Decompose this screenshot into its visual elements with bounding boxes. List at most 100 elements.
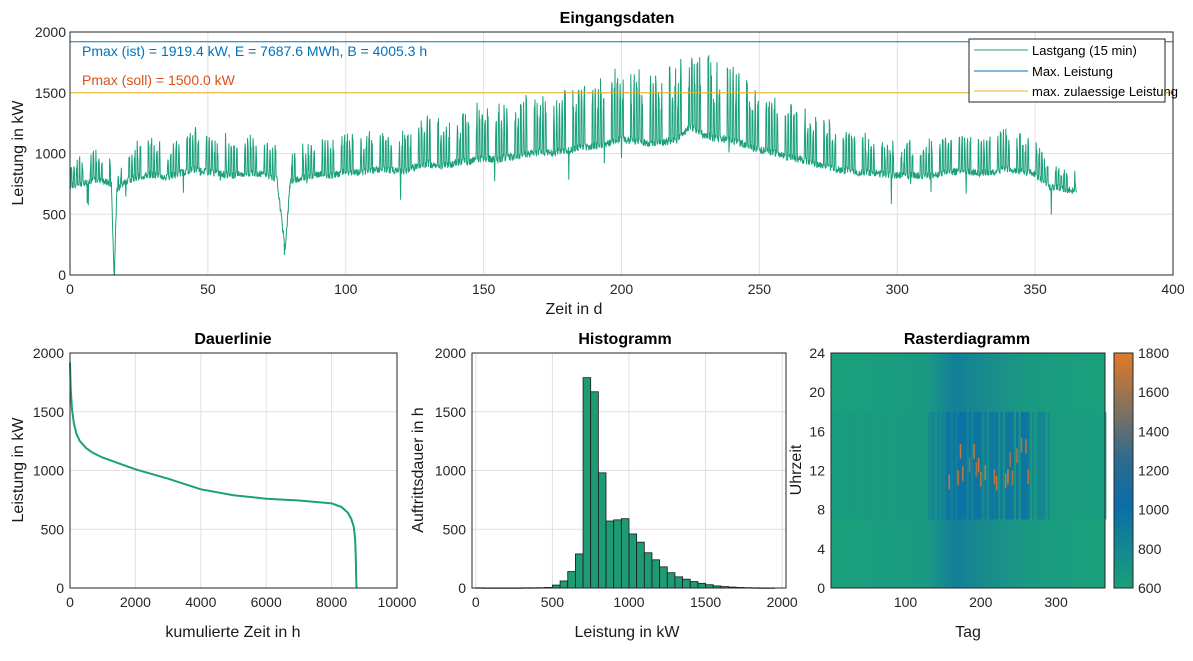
heatmap-cell — [885, 411, 888, 520]
heatmap-cell — [989, 411, 992, 520]
histogram-bar — [659, 566, 668, 589]
heatmap-cell — [867, 411, 870, 520]
histogram-bar — [620, 518, 630, 589]
heatmap-cell — [835, 411, 838, 520]
heatmap-cell — [905, 411, 908, 520]
histogram-bar — [628, 533, 638, 589]
heatmap-cell — [984, 465, 987, 480]
heatmap-cell — [1059, 411, 1062, 520]
heatmap-cell — [873, 411, 877, 520]
heatmap-cell — [973, 443, 975, 459]
heatmap-cell — [1016, 411, 1019, 520]
heatmap-cell — [851, 411, 854, 520]
heatmap-cell — [961, 411, 965, 520]
heatmap-cell — [1031, 411, 1035, 520]
y-tick-label: 0 — [817, 580, 825, 596]
x-tick-label: 350 — [1023, 281, 1047, 297]
heatmap-cell — [1070, 411, 1073, 520]
y-tick-label: 2000 — [33, 345, 64, 361]
histogramm-plot: Histogramm 0 500 1000 1500 2000 0 500 1000 1500 2… — [410, 331, 798, 641]
heatmap-cell — [980, 411, 983, 520]
y-tick-label: 24 — [809, 345, 825, 361]
x-tick-label: 8000 — [316, 594, 347, 610]
heatmap-cell — [1025, 439, 1027, 454]
y-tick-label: 1500 — [35, 85, 66, 101]
colorbar-tick-label: 800 — [1138, 541, 1162, 557]
heatmap-cell — [916, 411, 920, 520]
heatmap-cell — [957, 470, 960, 486]
heatmap-cell — [1022, 411, 1026, 520]
heatmap-cell — [1036, 411, 1039, 520]
x-tick-label: 500 — [541, 594, 565, 610]
heatmap-cell — [1095, 411, 1098, 520]
grid — [69, 352, 398, 589]
y-axis-label: Uhrzeit — [788, 444, 805, 495]
heatmap-cell — [941, 411, 944, 520]
x-tick-label: 200 — [610, 281, 634, 297]
heatmap-cell — [995, 411, 999, 520]
y-tick-label: 2000 — [435, 345, 466, 361]
rasterdiagramm-plot: Rasterdiagramm 100 200 30004812162024 Tag … — [788, 331, 1169, 641]
heatmap-cell — [1068, 411, 1071, 520]
heatmap-cell — [1090, 411, 1093, 520]
heatmap-cell — [1020, 411, 1023, 520]
y-tick-label: 20 — [809, 384, 825, 400]
heatmap-cell — [964, 411, 967, 520]
legend-label-zulaessige-leistung: max. zulaessige Leistung — [1032, 84, 1178, 99]
heatmap-cell — [1038, 411, 1042, 520]
dauerlinie-series-line — [69, 362, 358, 589]
histogram-bar — [574, 553, 584, 589]
heatmap-cell — [1011, 411, 1014, 520]
histogram-bars — [475, 377, 775, 589]
heatmap-cell — [961, 466, 964, 481]
colorbar-tick-label: 1200 — [1138, 463, 1169, 479]
y-axis-label: Auftrittsdauer in h — [410, 407, 427, 532]
colorbar-tick-label: 1800 — [1138, 345, 1169, 361]
heatmap-cell — [1054, 411, 1057, 520]
colorbar-tick-label: 1400 — [1138, 423, 1169, 439]
heatmap-cell — [1025, 411, 1028, 520]
heatmap-cell — [959, 443, 962, 459]
histogram-bar — [689, 581, 699, 589]
heatmap-cell — [882, 411, 886, 520]
tick-labels: 0 2000 4000 6000 8000 10000 0 500 1000 1500 2000 — [33, 345, 417, 610]
figure: Eingangsdaten 0 50 100 150 200 250 300 350 40005… — [10, 10, 1185, 641]
legend-label-lastgang: Lastgang (15 min) — [1032, 43, 1137, 58]
y-axis-label: Leistung in kW — [10, 100, 27, 206]
eingangsdaten-plot: Eingangsdaten 0 50 100 150 200 250 300 350 400 0 5… — [10, 10, 1185, 318]
heatmap-cell — [1027, 469, 1030, 485]
x-tick-label: 400 — [1161, 281, 1185, 297]
heatmap-cell — [1020, 437, 1023, 453]
x-tick-label: 200 — [969, 594, 993, 610]
heatmap-cell — [837, 411, 841, 520]
y-tick-label: 16 — [809, 423, 825, 439]
histogram-bar — [582, 377, 592, 589]
histogram-bar — [651, 559, 661, 589]
colorbar — [1113, 352, 1134, 589]
heatmap-cell — [846, 411, 850, 520]
x-axis-label: Leistung in kW — [575, 624, 681, 641]
heatmap-cell — [1004, 411, 1008, 520]
plot-title-eingangsdaten: Eingangsdaten — [560, 10, 675, 27]
x-tick-label: 100 — [894, 594, 918, 610]
heatmap-cell — [858, 411, 861, 520]
heatmap-cell — [977, 457, 980, 473]
heatmap-cell — [869, 411, 872, 520]
y-tick-label: 500 — [43, 206, 67, 222]
heatmap-cell — [946, 411, 949, 520]
x-tick-label: 150 — [472, 281, 496, 297]
histogram-bar — [697, 582, 706, 589]
heatmap-cell — [1072, 411, 1075, 520]
heatmap-cell — [973, 411, 976, 520]
annotation-pmax-ist: Pmax (ist) = 1919.4 kW, E = 7687.6 MWh, … — [82, 43, 427, 59]
x-tick-label: 2000 — [767, 594, 798, 610]
heatmap-cell — [901, 411, 904, 520]
y-axis-label: Leistung in kW — [10, 417, 27, 523]
heatmap-cell — [1047, 411, 1051, 520]
heatmap-cell — [921, 411, 924, 520]
heatmap-cell — [853, 411, 856, 520]
y-tick-label: 1000 — [33, 463, 64, 479]
heatmap-cell — [1000, 411, 1003, 520]
heatmap-cell — [932, 411, 935, 520]
heatmap-cell — [1083, 411, 1087, 520]
